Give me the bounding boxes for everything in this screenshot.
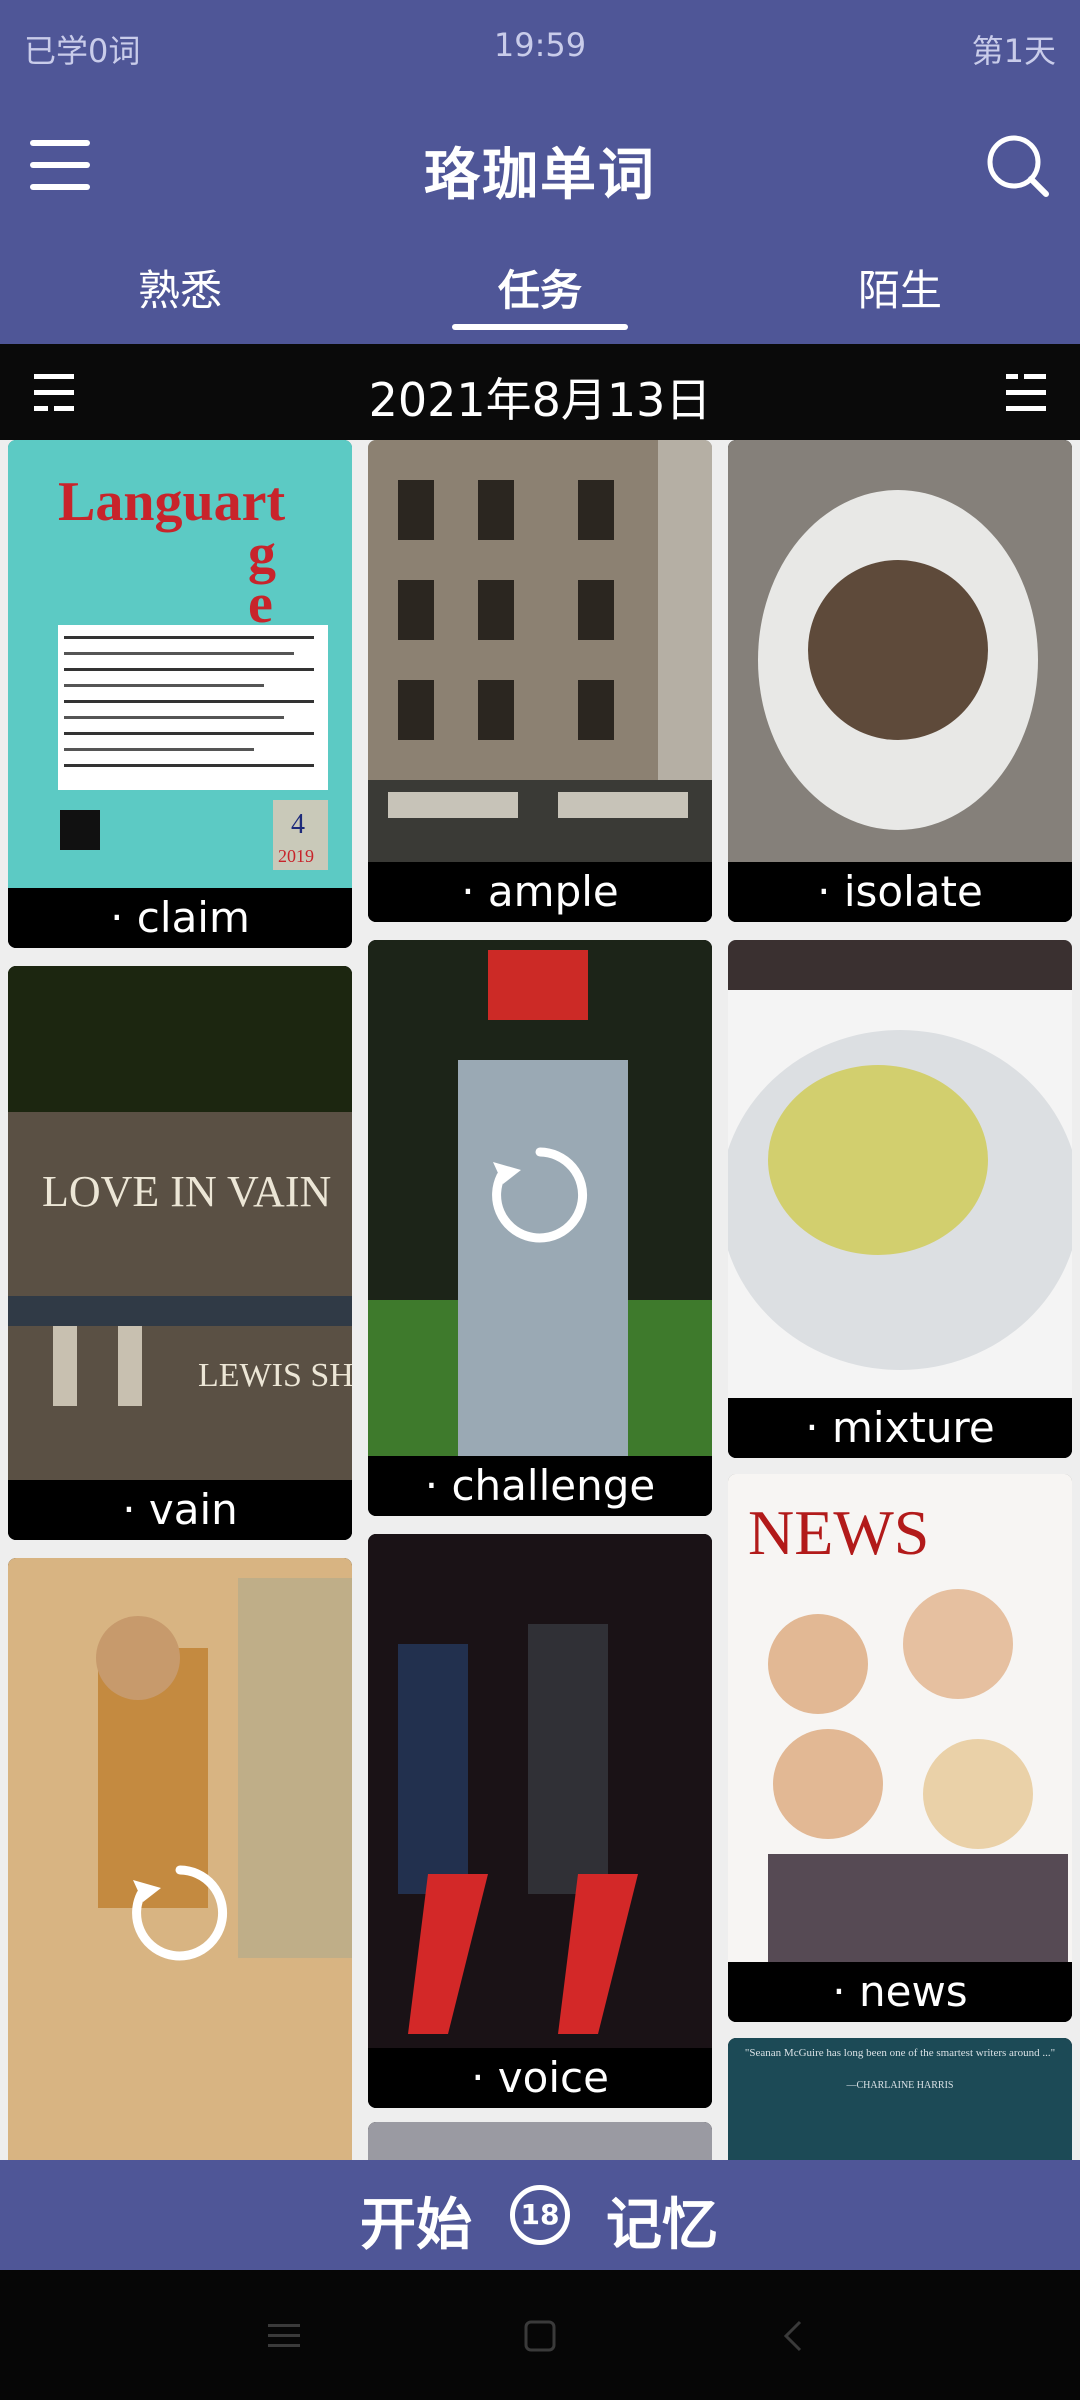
tab-task[interactable]: 任务 [360, 256, 720, 344]
book-title: LOVE IN VAIN [42, 1167, 331, 1216]
tab-bar: 熟悉 任务 陌生 [0, 256, 1080, 344]
book-author: LEWIS SHINER [198, 1357, 352, 1394]
home-icon[interactable] [518, 2314, 562, 2358]
book-quote-author: —CHARLAINE HARRIS [846, 2080, 954, 2091]
word-card-mixture[interactable]: · mixture [728, 940, 1072, 1458]
start-remember-bar[interactable]: 开始 18 记忆 [0, 2160, 1080, 2270]
search-icon[interactable] [984, 132, 1050, 198]
card-image [728, 940, 1072, 1398]
card-image: "Seanan McGuire has long been one of the… [728, 2038, 1072, 2160]
card-image: Languart g e 4 2019 [8, 440, 352, 888]
word-label: · mixture [728, 1398, 1072, 1458]
refresh-icon[interactable] [485, 1140, 595, 1250]
book-quote: "Seanan McGuire has long been one of the… [745, 2047, 1055, 2059]
word-card-vain[interactable]: LOVE IN VAIN LEWIS SHINER · vain [8, 966, 352, 1540]
active-tab-indicator [452, 324, 628, 330]
card-image: LOVE IN VAIN LEWIS SHINER [8, 966, 352, 1486]
word-label: · ample [368, 862, 712, 922]
app-title: 珞珈单词 [424, 143, 656, 208]
word-card-challenge[interactable]: · challenge [368, 940, 712, 1516]
card-image [368, 2122, 712, 2160]
word-card-voice[interactable]: · voice [368, 1534, 712, 2108]
card-image [368, 1534, 712, 2048]
card-image: NEWS [728, 1474, 1072, 1962]
word-card-isolate[interactable]: · isolate [728, 440, 1072, 922]
refresh-icon[interactable] [125, 1858, 235, 1968]
app-header: 珞珈单词 熟悉 任务 陌生 [0, 96, 1080, 344]
word-card-loading[interactable] [8, 1558, 352, 2160]
start-label: 开始 [360, 2193, 472, 2258]
word-label: · challenge [368, 1456, 712, 1516]
word-card-partial[interactable] [368, 2122, 712, 2160]
card-image [728, 440, 1072, 862]
word-label: · claim [8, 888, 352, 948]
word-card-grid[interactable]: Languart g e 4 2019 · claim · ample · is… [0, 440, 1080, 2160]
news-title: NEWS [748, 1497, 929, 1568]
back-icon[interactable] [772, 2314, 816, 2358]
word-label: · news [728, 1962, 1072, 2022]
status-bar: 已学0词 19:59 第1天 [0, 0, 1080, 96]
current-date: 2021年8月13日 [368, 373, 712, 427]
word-card-ample[interactable]: · ample [368, 440, 712, 922]
task-count-badge: 18 [510, 2185, 570, 2245]
languart-vol: 4 [291, 809, 305, 840]
word-card-claim[interactable]: Languart g e 4 2019 · claim [8, 440, 352, 948]
day-counter: 第1天 [971, 32, 1056, 70]
word-label: · vain [8, 1480, 352, 1540]
remember-label: 记忆 [606, 2193, 718, 2258]
list-icon[interactable] [1002, 370, 1050, 418]
date-bar: 2021年8月13日 [0, 344, 1080, 440]
word-card-news[interactable]: NEWS · news [728, 1474, 1072, 2022]
recent-apps-icon[interactable] [262, 2314, 306, 2358]
word-label: · voice [368, 2048, 712, 2108]
card-image [368, 440, 712, 862]
languart-year: 2019 [278, 846, 314, 866]
clock: 19:59 [493, 26, 587, 64]
word-card-partial[interactable]: "Seanan McGuire has long been one of the… [728, 2038, 1072, 2160]
word-label: · isolate [728, 862, 1072, 922]
tab-familiar[interactable]: 熟悉 [0, 256, 360, 344]
tab-unfamiliar[interactable]: 陌生 [720, 256, 1080, 344]
system-nav-bar [0, 2270, 1080, 2400]
